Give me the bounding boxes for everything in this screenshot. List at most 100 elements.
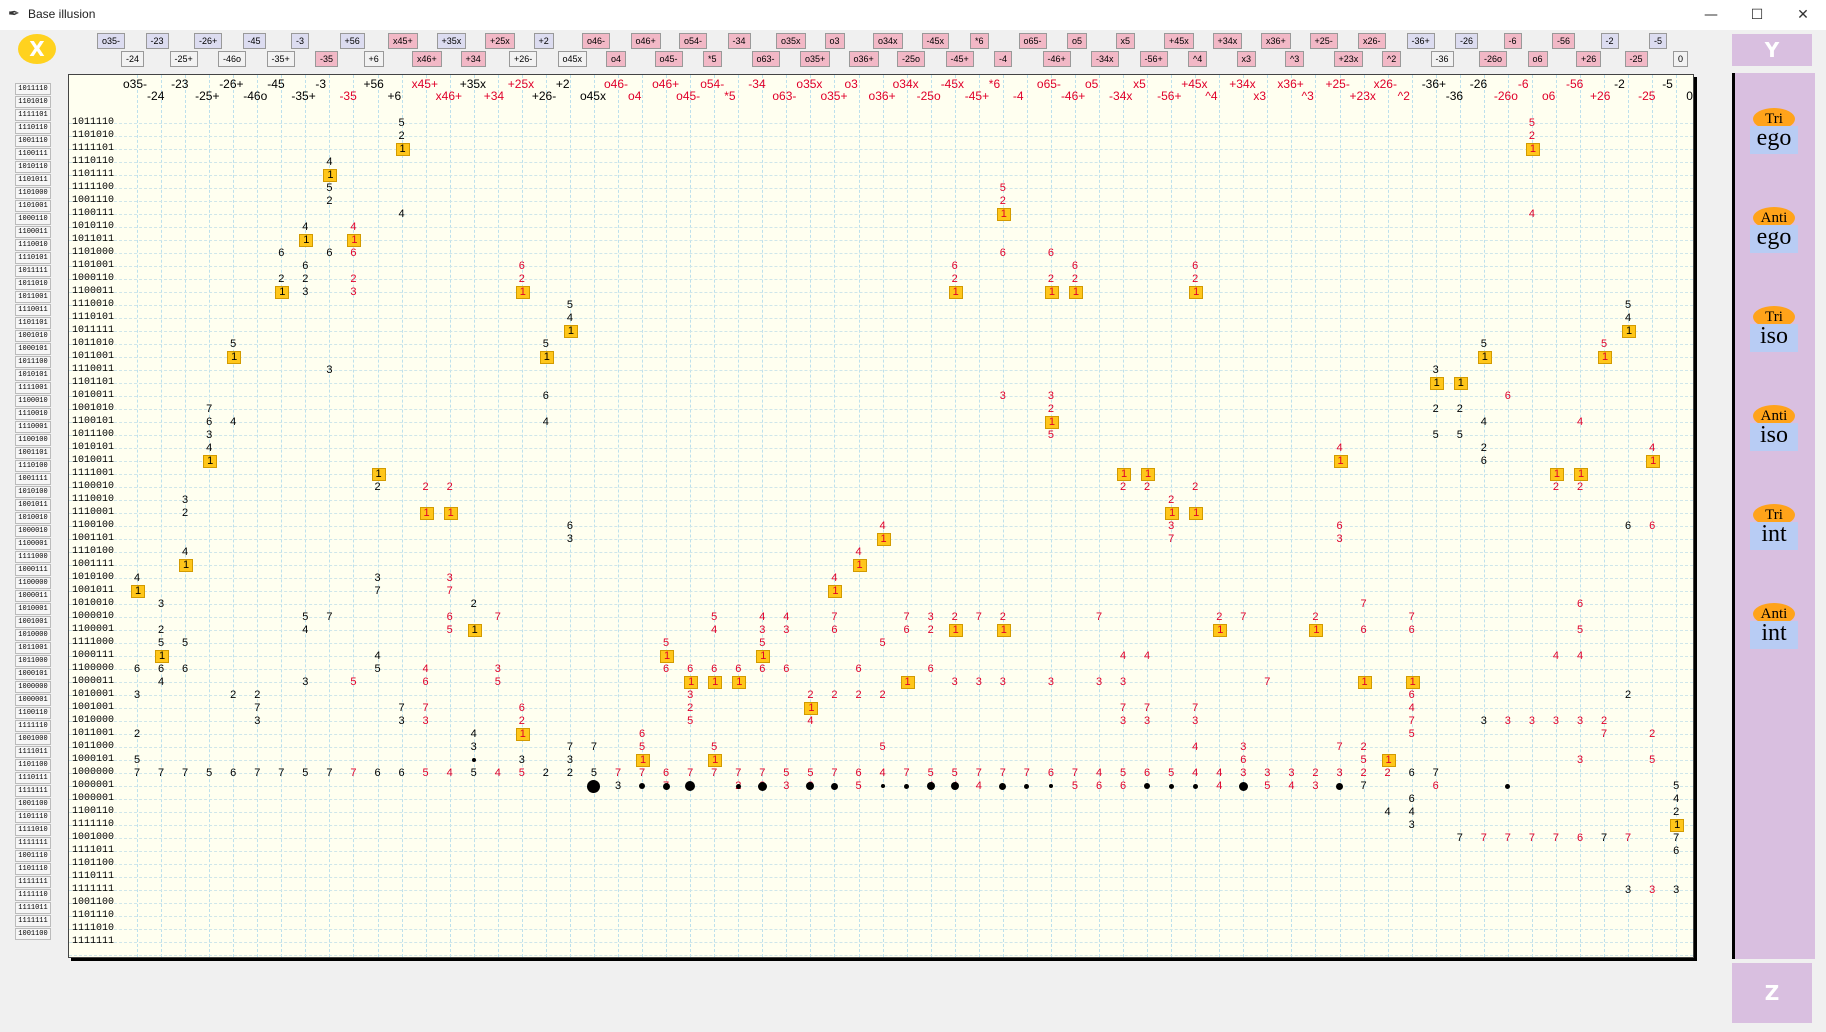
grid-cell[interactable]: 2: [1189, 273, 1201, 285]
row-button[interactable]: 1100000: [15, 577, 51, 589]
grid-cell[interactable]: 5: [516, 767, 528, 779]
grid-cell[interactable]: 4: [372, 650, 384, 662]
grid-cell[interactable]: 5: [323, 182, 335, 194]
grid-cell[interactable]: 4: [756, 611, 768, 623]
grid-cell[interactable]: 5: [1069, 780, 1081, 792]
grid-cell[interactable]: 3: [1165, 520, 1177, 532]
grid-cell[interactable]: 4: [804, 715, 816, 727]
grid-cell[interactable]: 7: [973, 767, 985, 779]
highlighted-cell[interactable]: 1: [756, 650, 771, 663]
row-button[interactable]: 1000000: [15, 681, 51, 693]
row-button[interactable]: 1111001: [15, 382, 51, 394]
grid-cell[interactable]: 2: [1165, 494, 1177, 506]
grid-cell[interactable]: 5: [853, 780, 865, 792]
grid-cell[interactable]: 3: [925, 611, 937, 623]
highlighted-cell[interactable]: 1: [732, 676, 747, 689]
header-bottom-button[interactable]: ^2: [1382, 51, 1402, 67]
grid-cell[interactable]: 5: [492, 676, 504, 688]
highlighted-cell[interactable]: 1: [804, 702, 819, 715]
grid-cell[interactable]: 5: [756, 637, 768, 649]
header-top-button[interactable]: +2: [533, 33, 554, 49]
header-top-button[interactable]: +35x: [436, 33, 467, 49]
grid-cell[interactable]: 7: [251, 767, 263, 779]
row-button[interactable]: 1100111: [15, 148, 51, 160]
row-button[interactable]: 1100010: [15, 395, 51, 407]
highlighted-cell[interactable]: 1: [1189, 507, 1204, 520]
grid-cell[interactable]: 5: [588, 767, 600, 779]
row-button[interactable]: 1001000: [15, 733, 51, 745]
grid-cell[interactable]: 7: [1069, 767, 1081, 779]
row-button[interactable]: 1110011: [15, 304, 51, 316]
grid-cell[interactable]: 2: [564, 767, 576, 779]
grid-cell[interactable]: 5: [877, 637, 889, 649]
grid-cell[interactable]: 2: [468, 598, 480, 610]
grid-cell[interactable]: 7: [396, 702, 408, 714]
header-bottom-button[interactable]: -56+: [1139, 51, 1168, 67]
grid-cell[interactable]: 5: [708, 611, 720, 623]
header-bottom-button[interactable]: o4: [606, 51, 627, 67]
highlighted-cell[interactable]: 1: [203, 455, 218, 468]
header-top-button[interactable]: o35-: [97, 33, 126, 49]
grid-cell[interactable]: 2: [1670, 806, 1682, 818]
header-bottom-button[interactable]: o45x: [557, 51, 588, 67]
header-bottom-button[interactable]: -4: [994, 51, 1013, 67]
grid-cell[interactable]: 4: [1093, 767, 1105, 779]
grid-cell[interactable]: 2: [1045, 273, 1057, 285]
grid-cell[interactable]: 6: [997, 247, 1009, 259]
grid-cell[interactable]: 7: [564, 741, 576, 753]
grid-cell[interactable]: 6: [323, 247, 335, 259]
grid-cell[interactable]: 3: [564, 754, 576, 766]
grid-cell[interactable]: 2: [1382, 767, 1394, 779]
grid-cell[interactable]: 3: [1045, 676, 1057, 688]
grid-cell[interactable]: 2: [949, 611, 961, 623]
grid-cell[interactable]: 6: [949, 260, 961, 272]
highlighted-cell[interactable]: 1: [996, 624, 1011, 637]
grid-cell[interactable]: 6: [564, 520, 576, 532]
row-button[interactable]: 1010101: [15, 369, 51, 381]
grid-cell[interactable]: 6: [1045, 247, 1057, 259]
grid-cell[interactable]: 7: [347, 767, 359, 779]
header-top-button[interactable]: -56: [1552, 33, 1576, 49]
grid-cell[interactable]: 4: [203, 442, 215, 454]
highlighted-cell[interactable]: 1: [419, 507, 434, 520]
grid-cell[interactable]: 6: [275, 247, 287, 259]
grid-cell[interactable]: 2: [1598, 715, 1610, 727]
grid-cell[interactable]: 2: [1141, 481, 1153, 493]
header-top-button[interactable]: x26-: [1358, 33, 1386, 49]
grid-cell[interactable]: 6: [1478, 455, 1490, 467]
grid-cell[interactable]: 2: [1574, 481, 1586, 493]
header-top-button[interactable]: -36+: [1406, 33, 1435, 49]
row-button[interactable]: 1000010: [15, 525, 51, 537]
row-button[interactable]: 1001100: [15, 798, 51, 810]
highlighted-cell[interactable]: 1: [1165, 507, 1180, 520]
sidebar-button-tri-iso[interactable]: Tri iso: [1750, 306, 1798, 352]
header-bottom-button[interactable]: -26o: [1479, 51, 1508, 67]
row-button[interactable]: 1111000: [15, 551, 51, 563]
grid-cell[interactable]: 3: [1261, 767, 1273, 779]
grid-cell[interactable]: 6: [372, 767, 384, 779]
row-button[interactable]: 1100011: [15, 226, 51, 238]
highlighted-cell[interactable]: 1: [515, 286, 530, 299]
grid-cell[interactable]: 2: [804, 689, 816, 701]
header-top-button[interactable]: o5: [1067, 33, 1088, 49]
grid-cell[interactable]: 5: [684, 715, 696, 727]
grid-cell[interactable]: 6: [925, 663, 937, 675]
header-bottom-button[interactable]: o6: [1527, 51, 1548, 67]
row-button[interactable]: 1001011: [15, 499, 51, 511]
grid-cell[interactable]: 3: [1406, 819, 1418, 831]
grid-cell[interactable]: 7: [1117, 702, 1129, 714]
header-bottom-button[interactable]: +6: [363, 51, 384, 67]
grid-cell[interactable]: 7: [636, 767, 648, 779]
row-button[interactable]: 1110110: [15, 122, 51, 134]
row-button[interactable]: 1110010: [15, 408, 51, 420]
grid-cell[interactable]: 5: [227, 338, 239, 350]
grid-cell[interactable]: 7: [756, 767, 768, 779]
row-button[interactable]: 1111110: [15, 720, 51, 732]
header-bottom-button[interactable]: +34: [460, 51, 486, 67]
grid-cell[interactable]: 5: [420, 767, 432, 779]
grid-cell[interactable]: 7: [901, 767, 913, 779]
grid-cell[interactable]: 3: [1550, 715, 1562, 727]
header-bottom-button[interactable]: -25+: [169, 51, 198, 67]
header-top-button[interactable]: +56: [339, 33, 365, 49]
row-button[interactable]: 1000011: [15, 590, 51, 602]
